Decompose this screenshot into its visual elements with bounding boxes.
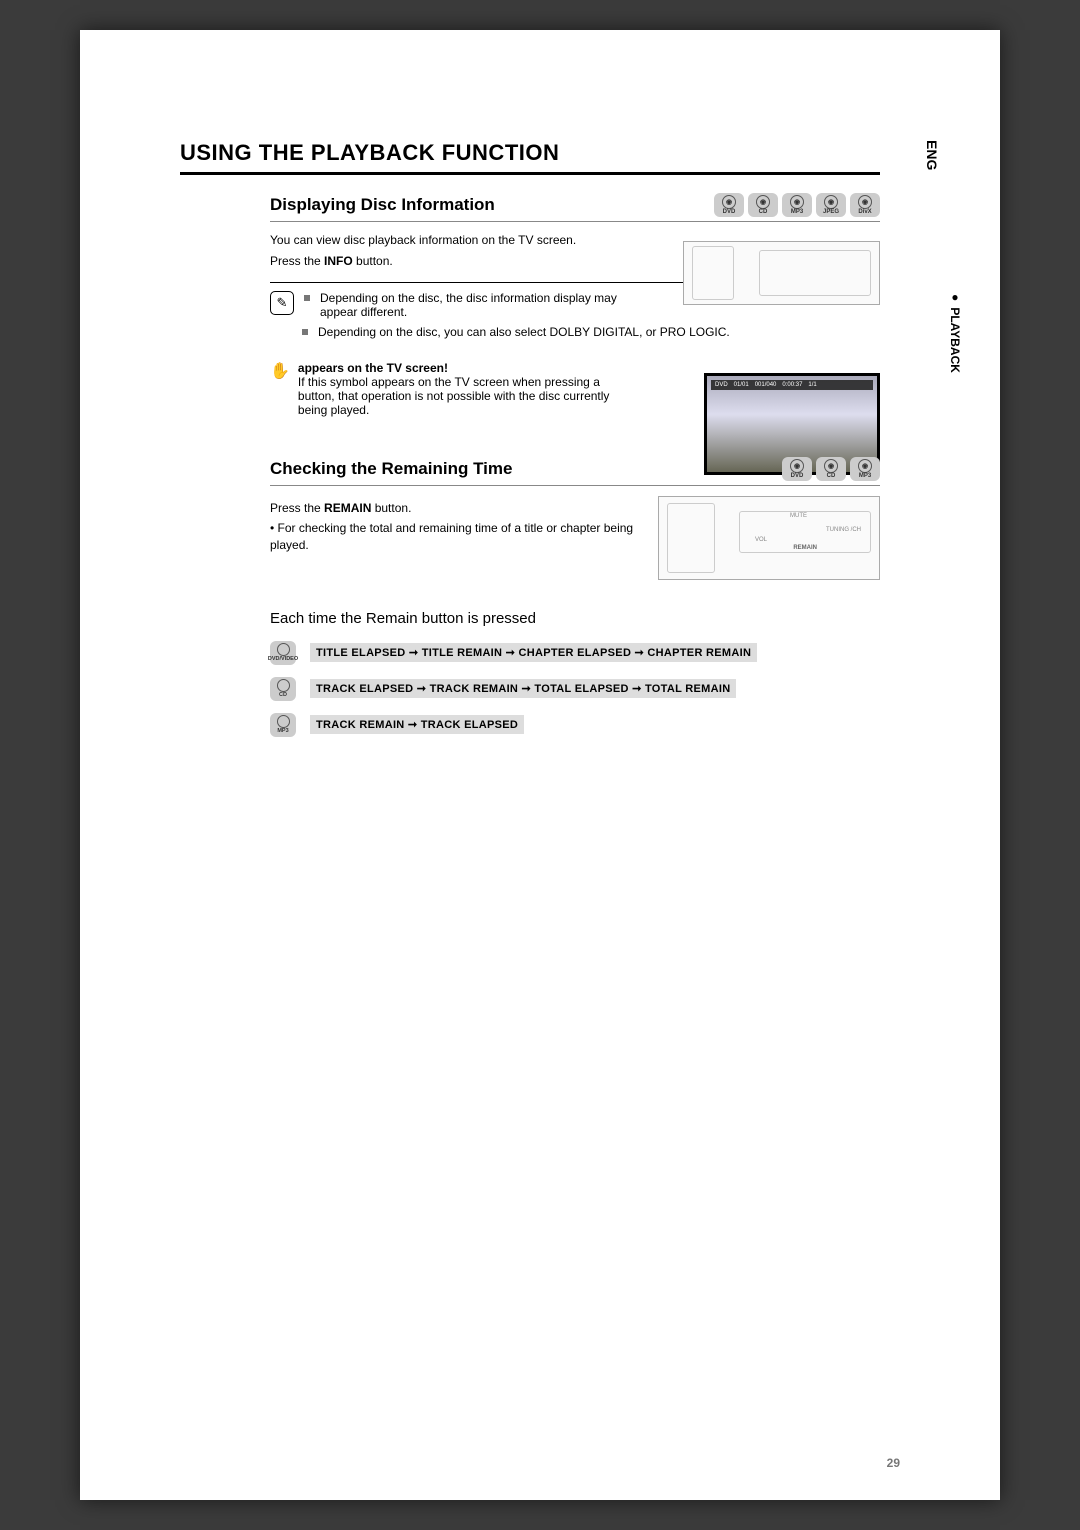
vol-label: VOL — [755, 537, 767, 543]
remote-remain-illustration: REMAIN MUTE VOL TUNING /CH — [658, 496, 880, 580]
heading-remaining: Checking the Remaining Time — [270, 459, 512, 479]
remain-label: REMAIN — [793, 545, 817, 551]
disc-badge-mp3: ◉MP3 — [850, 457, 880, 481]
note-2-text: Depending on the disc, you can also sele… — [318, 325, 730, 339]
tv-screen-note: ✋ appears on the TV screen! If this symb… — [270, 361, 610, 417]
disc-badge-cd: ◉CD — [748, 193, 778, 217]
note-2: Depending on the disc, you can also sele… — [270, 325, 880, 339]
disc-badge-dvd: ◉DVD — [782, 457, 812, 481]
disc-badge-cd: ◉CD — [816, 457, 846, 481]
tv-osd-bar: DVD 01/01 001/040 0:00:37 1/1 — [711, 380, 873, 390]
sequence-cd-text: TRACK ELAPSED ➞ TRACK REMAIN ➞ TOTAL ELA… — [310, 679, 736, 698]
remain-bullet: • For checking the total and remaining t… — [270, 520, 638, 554]
tv-note-title: appears on the TV screen! — [298, 361, 610, 375]
disc-badge-jpeg: ◉JPEG — [816, 193, 846, 217]
section-tab: ● PLAYBACK — [948, 290, 962, 373]
press-remain: Press the REMAIN button. — [270, 500, 638, 517]
pencil-note-icon: ✎ — [270, 291, 294, 315]
sequence-dvd-text: TITLE ELAPSED ➞ TITLE REMAIN ➞ CHAPTER E… — [310, 643, 757, 662]
language-tab: ENG — [924, 140, 940, 170]
bullet-icon — [304, 295, 310, 301]
seq-badge-dvd: DVD/VIDEO — [270, 641, 296, 665]
page-title: USING THE PLAYBACK FUNCTION — [180, 140, 880, 175]
disc-badge-divx: ◉DivX — [850, 193, 880, 217]
section-remaining-time: Checking the Remaining Time ◉DVD ◉CD ◉MP… — [180, 457, 880, 737]
disc-badges-2: ◉DVD ◉CD ◉MP3 — [782, 457, 880, 481]
tv-note-body: If this symbol appears on the TV screen … — [298, 375, 610, 417]
disc-badge-dvd: ◉DVD — [714, 193, 744, 217]
disc-badge-mp3: ◉MP3 — [782, 193, 812, 217]
seq-badge-cd: CD — [270, 677, 296, 701]
disc-badges: ◉DVD ◉CD ◉MP3 ◉JPEG ◉DivX — [714, 193, 880, 217]
manual-page: ENG ● PLAYBACK USING THE PLAYBACK FUNCTI… — [80, 30, 1000, 1500]
remote-enter-illustration — [683, 241, 880, 305]
page-content: USING THE PLAYBACK FUNCTION Displaying D… — [80, 140, 1000, 737]
section-disc-info: Displaying Disc Information ◉DVD ◉CD ◉MP… — [180, 193, 880, 417]
note-1-text: Depending on the disc, the disc informat… — [320, 291, 620, 319]
tuning-label: TUNING /CH — [826, 527, 861, 534]
sequence-cd: CD TRACK ELAPSED ➞ TRACK REMAIN ➞ TOTAL … — [270, 677, 880, 701]
sequence-mp3-text: TRACK REMAIN ➞ TRACK ELAPSED — [310, 715, 524, 734]
page-number: 29 — [887, 1456, 900, 1470]
hand-icon: ✋ — [270, 361, 290, 381]
heading-each-press: Each time the Remain button is pressed — [270, 610, 880, 627]
sequence-mp3: MP3 TRACK REMAIN ➞ TRACK ELAPSED — [270, 713, 880, 737]
sequence-dvd: DVD/VIDEO TITLE ELAPSED ➞ TITLE REMAIN ➞… — [270, 641, 880, 665]
bullet-icon — [302, 329, 308, 335]
mute-label: MUTE — [790, 513, 807, 519]
seq-badge-mp3: MP3 — [270, 713, 296, 737]
heading-disc-info: Displaying Disc Information — [270, 195, 495, 215]
